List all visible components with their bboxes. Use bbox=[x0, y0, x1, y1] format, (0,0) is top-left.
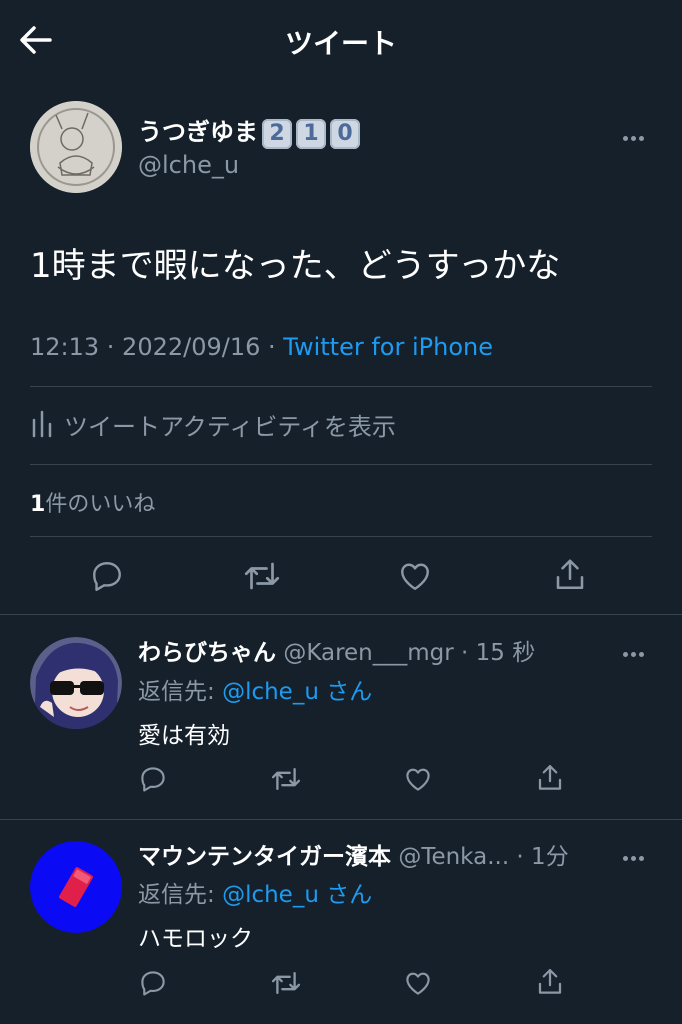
display-name[interactable]: マウンテンタイガー濱本 bbox=[138, 844, 391, 870]
divider bbox=[0, 819, 682, 820]
reply-icon bbox=[141, 767, 165, 792]
divider bbox=[30, 464, 652, 465]
reply-to-suffix: さん bbox=[318, 882, 373, 908]
reply-to-handle-link[interactable]: @lche_u bbox=[222, 882, 319, 908]
more-button[interactable] bbox=[623, 846, 653, 862]
more-icon bbox=[623, 126, 653, 145]
share-icon bbox=[556, 559, 584, 590]
like-icon bbox=[406, 768, 430, 791]
divider bbox=[30, 386, 652, 387]
reply-to-suffix: さん bbox=[318, 679, 373, 705]
more-button[interactable] bbox=[623, 126, 653, 142]
reply-button[interactable] bbox=[89, 558, 125, 594]
retweet-button[interactable] bbox=[242, 558, 282, 594]
reply-header: わらびちゃん @Karen___mgr · 15 秒 bbox=[138, 633, 535, 667]
divider bbox=[30, 536, 652, 537]
handle-and-time[interactable]: @Karen___mgr · 15 秒 bbox=[283, 640, 535, 666]
activity-link[interactable]: ツイートアクティビティを表示 bbox=[30, 406, 396, 442]
retweet-icon bbox=[271, 971, 301, 995]
replying-to: 返信先: @lche_u さん bbox=[138, 875, 372, 909]
tweet-timestamp: 12:13 · 2022/09/16 · bbox=[30, 333, 284, 361]
like-button[interactable] bbox=[397, 558, 433, 594]
display-name[interactable]: うつぎゆま bbox=[138, 118, 258, 146]
avatar[interactable] bbox=[30, 101, 122, 193]
avatar-character-image bbox=[30, 637, 122, 729]
like-icon bbox=[401, 563, 429, 590]
user-handle[interactable]: @lche_u bbox=[138, 151, 239, 179]
top-bar: ツイート bbox=[0, 0, 682, 82]
author-name-row: うつぎゆま 2 1 0 bbox=[138, 114, 360, 150]
retweet-button[interactable] bbox=[270, 968, 302, 998]
avatar[interactable] bbox=[30, 841, 122, 933]
more-icon bbox=[623, 642, 653, 661]
replying-to: 返信先: @lche_u さん bbox=[138, 672, 372, 706]
avatar-sketch-image bbox=[30, 101, 122, 193]
reply-icon bbox=[141, 971, 165, 996]
like-button[interactable] bbox=[403, 764, 433, 794]
reply-icon bbox=[93, 562, 121, 591]
share-button[interactable] bbox=[535, 762, 565, 794]
retweet-button[interactable] bbox=[270, 764, 302, 794]
tweet-text: 1時まで暇になった、どうすっかな bbox=[30, 246, 561, 286]
badge-digit: 2 bbox=[262, 119, 292, 149]
tweet-source-link[interactable]: Twitter for iPhone bbox=[283, 333, 493, 361]
like-icon bbox=[406, 972, 430, 995]
more-button[interactable] bbox=[623, 642, 653, 658]
reply-text: 愛は有効 bbox=[138, 723, 230, 749]
page-title: ツイート bbox=[284, 27, 397, 60]
share-icon bbox=[538, 765, 562, 790]
reply-header: マウンテンタイガー濱本 @Tenka... · 1分 bbox=[138, 837, 569, 871]
display-name[interactable]: わらびちゃん bbox=[138, 640, 276, 666]
share-button[interactable] bbox=[552, 556, 588, 594]
likes-label: 件のいいね bbox=[45, 492, 156, 517]
avatar[interactable] bbox=[30, 637, 122, 729]
retweet-icon bbox=[244, 562, 280, 590]
divider bbox=[0, 614, 682, 615]
activity-label: ツイートアクティビティを表示 bbox=[64, 412, 396, 441]
share-icon bbox=[538, 969, 562, 994]
replying-to-label: 返信先: bbox=[138, 679, 223, 705]
retweet-icon bbox=[271, 767, 301, 791]
avatar-logo-image bbox=[30, 841, 122, 933]
reply-button[interactable] bbox=[138, 968, 168, 998]
badge-digit: 1 bbox=[296, 119, 326, 149]
share-button[interactable] bbox=[535, 966, 565, 998]
badge-digit: 0 bbox=[330, 119, 360, 149]
handle-and-time[interactable]: @Tenka... · 1分 bbox=[398, 844, 568, 870]
likes-summary[interactable]: 1件のいいね bbox=[30, 486, 155, 518]
more-icon bbox=[623, 846, 653, 865]
reply-button[interactable] bbox=[138, 764, 168, 794]
reply-to-handle-link[interactable]: @lche_u bbox=[222, 679, 319, 705]
reply-text: ハモロック bbox=[138, 926, 253, 952]
activity-icon bbox=[32, 410, 52, 438]
likes-count: 1 bbox=[30, 492, 46, 517]
replying-to-label: 返信先: bbox=[138, 882, 223, 908]
like-button[interactable] bbox=[403, 968, 433, 998]
tweet-meta: 12:13 · 2022/09/16 · Twitter for iPhone bbox=[30, 333, 493, 361]
